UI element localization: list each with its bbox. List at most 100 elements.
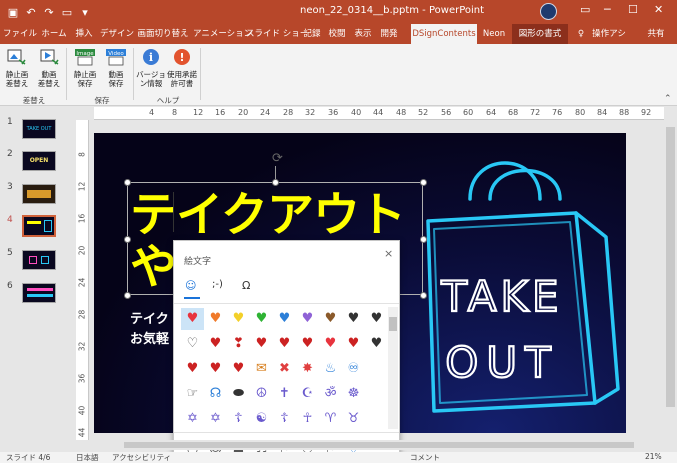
avatar[interactable] — [540, 3, 557, 20]
tab-insert[interactable]: 挿入 — [72, 24, 96, 44]
emoji-cell[interactable]: ♉ — [342, 408, 365, 430]
tab-developer[interactable]: 開発 — [378, 24, 400, 44]
resize-handle[interactable] — [420, 292, 427, 299]
close-icon[interactable]: ✕ — [654, 3, 663, 16]
emoji-cell[interactable]: ♈ — [319, 408, 342, 430]
emoji-cell[interactable]: ♥ — [227, 358, 250, 380]
accessibility-status[interactable]: アクセシビリティ — [112, 452, 171, 463]
emoji-cell[interactable]: ♥ — [296, 333, 319, 355]
tab-kaomoji[interactable]: ;-) — [212, 279, 223, 290]
still-image-replace-button[interactable]: 静止画 差替え — [2, 48, 32, 88]
tab-shape-format[interactable]: 図形の書式 — [512, 24, 568, 44]
tab-symbols[interactable]: Ω — [242, 279, 250, 292]
minimize-icon[interactable]: ─ — [604, 3, 611, 16]
emoji-cell[interactable]: ♾ — [342, 358, 365, 380]
resize-handle[interactable] — [420, 179, 427, 186]
resize-handle[interactable] — [272, 179, 279, 186]
emoji-cell[interactable]: ♥ — [365, 308, 388, 330]
tab-view[interactable]: 表示 — [352, 24, 374, 44]
emoji-cell[interactable]: ♥ — [204, 333, 227, 355]
emoji-cell[interactable]: ☞ — [181, 383, 204, 405]
emoji-cell[interactable]: ♥ — [365, 333, 388, 355]
emoji-cell[interactable]: ☸ — [342, 383, 365, 405]
emoji-cell[interactable]: ☥ — [296, 408, 319, 430]
scrollbar-thumb[interactable] — [666, 127, 675, 407]
emoji-cell[interactable]: ❣ — [227, 333, 250, 355]
slide-thumbnail-4[interactable] — [22, 215, 56, 237]
emoji-cell[interactable]: ♥ — [319, 333, 342, 355]
tab-slide-show[interactable]: スライド ショー — [246, 24, 308, 44]
tab-neon[interactable]: Neon — [480, 24, 508, 44]
emoji-cell[interactable]: ♥ — [342, 308, 365, 330]
emoji-cell[interactable]: ♥ — [342, 333, 365, 355]
emoji-cell[interactable]: ☯ — [250, 408, 273, 430]
resize-handle[interactable] — [124, 179, 131, 186]
slide-subtitle[interactable]: テイク お気軽 — [130, 310, 169, 350]
tab-animations[interactable]: アニメーション — [193, 24, 252, 44]
tab-design[interactable]: デザイン — [100, 24, 134, 44]
tab-transitions[interactable]: 画面切り替え — [136, 24, 190, 44]
neon-bag-graphic[interactable]: TAKE OUT — [410, 141, 626, 433]
emoji-cell[interactable]: ✸ — [296, 358, 319, 380]
video-save-button[interactable]: Video 動画 保存 — [101, 48, 131, 88]
tab-home[interactable]: ホーム — [38, 24, 70, 44]
rotate-handle-icon[interactable]: ⟳ — [272, 151, 283, 166]
language-indicator[interactable]: 日本語 — [76, 452, 99, 463]
close-icon[interactable]: × — [384, 247, 393, 260]
tab-emoji[interactable]: ☺ — [185, 279, 196, 292]
license-button[interactable]: ! 使用承諾 許可書 — [167, 48, 197, 88]
tab-file[interactable]: ファイル — [3, 24, 37, 44]
emoji-cell[interactable]: ♥ — [204, 308, 227, 330]
slide-thumbnail-3[interactable] — [22, 184, 56, 204]
resize-handle[interactable] — [124, 236, 131, 243]
resize-handle[interactable] — [420, 236, 427, 243]
tell-me-search[interactable]: 操作アシ — [590, 24, 628, 44]
resize-handle[interactable] — [124, 292, 131, 299]
save-icon[interactable]: ▣ — [4, 6, 22, 19]
emoji-cell[interactable]: ✖ — [273, 358, 296, 380]
redo-icon[interactable]: ↷ — [40, 6, 58, 19]
horizontal-scrollbar[interactable] — [94, 440, 664, 450]
emoji-cell[interactable]: ✉ — [250, 358, 273, 380]
zoom-level[interactable]: 21% — [645, 452, 662, 461]
emoji-scrollbar[interactable] — [388, 307, 398, 429]
share-button[interactable]: 共有 — [638, 24, 674, 44]
emoji-cell[interactable]: ♥ — [273, 308, 296, 330]
start-from-beginning-icon[interactable]: ▭ — [58, 6, 76, 19]
slide-thumbnail-5[interactable] — [22, 250, 56, 270]
emoji-cell[interactable]: ☊ — [204, 383, 227, 405]
undo-icon[interactable]: ↶ — [22, 6, 40, 19]
emoji-cell[interactable]: ♥ — [204, 358, 227, 380]
emoji-cell[interactable]: ☦ — [273, 408, 296, 430]
tab-record[interactable]: 記録 — [301, 24, 323, 44]
customize-icon[interactable]: ▾ — [76, 6, 94, 19]
emoji-cell[interactable]: ♨ — [319, 358, 342, 380]
scrollbar-thumb[interactable] — [389, 317, 397, 331]
emoji-cell[interactable]: ♥ — [181, 308, 204, 330]
emoji-cell[interactable]: ✡ — [181, 408, 204, 430]
emoji-cell[interactable]: ✝ — [273, 383, 296, 405]
emoji-cell[interactable]: ✡ — [204, 408, 227, 430]
emoji-cell[interactable]: ♥ — [250, 308, 273, 330]
video-replace-button[interactable]: 動画 差替え — [34, 48, 64, 88]
emoji-cell[interactable]: ♥ — [181, 358, 204, 380]
tab-review[interactable]: 校閲 — [326, 24, 348, 44]
emoji-cell[interactable]: ⬬ — [227, 383, 250, 405]
maximize-icon[interactable]: ☐ — [628, 3, 638, 16]
slide-thumbnail-1[interactable]: TAKE OUT — [22, 119, 56, 139]
ribbon-display-options-icon[interactable]: ▭ — [580, 3, 590, 16]
emoji-cell[interactable]: ♡ — [181, 333, 204, 355]
emoji-cell[interactable]: ॐ — [319, 383, 342, 405]
collapse-ribbon-icon[interactable]: ⌃ — [664, 94, 672, 104]
image-save-button[interactable]: Image 静止画 保存 — [70, 48, 100, 88]
vertical-scrollbar[interactable] — [664, 107, 677, 440]
emoji-cell[interactable]: ☮ — [250, 383, 273, 405]
emoji-cell[interactable]: ♥ — [273, 333, 296, 355]
emoji-cell[interactable]: ♥ — [250, 333, 273, 355]
emoji-cell[interactable]: ♥ — [319, 308, 342, 330]
slide-thumbnail-2[interactable]: OPEN — [22, 151, 56, 171]
scrollbar-thumb[interactable] — [124, 442, 634, 448]
emoji-cell[interactable]: ☪ — [296, 383, 319, 405]
tab-dsigncontents[interactable]: DSignContents — [411, 24, 477, 44]
comments-button[interactable]: コメント — [410, 452, 440, 463]
